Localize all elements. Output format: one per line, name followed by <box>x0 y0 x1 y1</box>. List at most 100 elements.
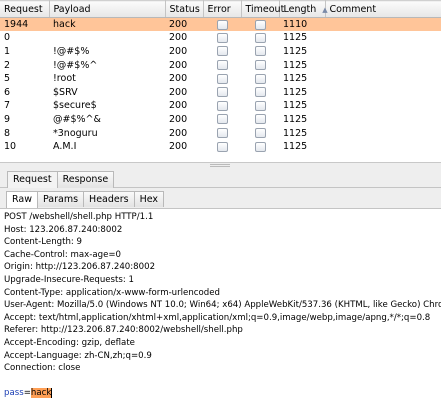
cell-timeout <box>241 140 279 154</box>
table-row[interactable]: 10 A.M.I 200 1125 <box>0 140 441 154</box>
cell-length: 1110 <box>279 17 325 32</box>
request-line: Accept: text/html,application/xhtml+xml,… <box>4 312 431 323</box>
cell-status: 200 <box>169 59 188 71</box>
request-line: Origin: http://123.206.87.240:8002 <box>4 262 156 273</box>
cell-request: 0 <box>4 32 11 44</box>
cell-error <box>203 113 241 127</box>
request-line: Connection: close <box>4 363 81 374</box>
body-param-name: pass <box>4 388 24 399</box>
body-param-value: hack <box>30 388 52 399</box>
cell-timeout <box>241 85 279 99</box>
cell-length: 1125 <box>283 86 308 98</box>
request-panel: Raw Params Headers Hex POST /webshell/shell… <box>0 188 441 408</box>
col-header-comment[interactable]: Comment <box>325 0 441 18</box>
sort-ascending-icon: ▲ <box>322 5 328 14</box>
error-checkbox <box>216 73 228 84</box>
body-param-separator: = <box>23 388 31 399</box>
table-row[interactable]: 1944 hack 200 1110 <box>0 17 441 32</box>
cell-payload: @#$%^& <box>53 113 101 125</box>
cell-error <box>203 31 241 45</box>
cell-length: 1125 <box>283 127 308 139</box>
view-mode-tabs: Raw Params Headers Hex <box>6 191 165 208</box>
col-header-length[interactable]: Length ▲ <box>279 0 328 18</box>
cell-error <box>203 58 241 72</box>
cell-comment <box>325 113 441 127</box>
request-line: Content-Length: 9 <box>4 237 83 248</box>
intruder-results-table: Request Payload Status Error Timeout Len… <box>0 0 441 163</box>
request-body-line: pass=hack <box>4 387 441 400</box>
splitter-grip-icon <box>210 164 230 167</box>
cell-status: 200 <box>169 32 188 44</box>
cell-timeout <box>241 113 279 127</box>
cell-length: 1125 <box>283 32 308 44</box>
cell-comment <box>325 31 441 45</box>
cell-payload: *3noguru <box>53 127 98 139</box>
cell-payload: !@#$%^ <box>53 59 98 71</box>
table-row[interactable]: 1 !@#$% 200 1125 <box>0 45 441 59</box>
cell-payload: $secure$ <box>53 100 97 112</box>
timeout-checkbox <box>254 128 266 139</box>
cell-timeout <box>241 45 279 59</box>
cell-status: 200 <box>165 17 203 32</box>
error-checkbox <box>216 114 228 125</box>
raw-request-editor[interactable]: POST /webshell/shell.php HTTP/1.1 Host: 1… <box>0 208 441 408</box>
cell-request: 2 <box>4 59 11 71</box>
cell-request: 7 <box>4 100 11 112</box>
cell-status: 200 <box>169 45 188 57</box>
cell-comment <box>325 99 441 113</box>
error-checkbox <box>216 87 228 98</box>
cell-length: 1125 <box>283 73 308 85</box>
cell-request: 1944 <box>0 17 49 32</box>
error-checkbox <box>216 32 228 43</box>
error-checkbox <box>216 100 228 111</box>
table-row[interactable]: 7 $secure$ 200 1125 <box>0 99 441 113</box>
timeout-checkbox <box>254 100 266 111</box>
request-line: Accept-Encoding: gzip, deflate <box>4 337 135 348</box>
table-row[interactable]: 8 *3noguru 200 1125 <box>0 126 441 140</box>
request-line: User-Agent: Mozilla/5.0 (Windows NT 10.0… <box>4 300 441 311</box>
tab-response[interactable]: Response <box>56 171 115 188</box>
error-checkbox <box>216 19 228 30</box>
request-line: POST /webshell/shell.php HTTP/1.1 <box>4 212 154 222</box>
cell-comment <box>325 85 441 99</box>
cell-request: 5 <box>4 73 11 85</box>
cell-comment <box>325 45 441 59</box>
timeout-checkbox <box>254 19 266 30</box>
table-row[interactable]: 0 200 1125 <box>0 31 441 45</box>
col-header-error[interactable]: Error <box>203 0 242 18</box>
tab-raw[interactable]: Raw <box>6 191 38 208</box>
cell-request: 1 <box>4 45 11 57</box>
cell-timeout <box>241 31 279 45</box>
col-header-request[interactable]: Request <box>0 0 50 18</box>
table-row[interactable]: 6 $SRV 200 1125 <box>0 85 441 99</box>
col-header-payload[interactable]: Payload <box>49 0 166 18</box>
cell-comment <box>325 17 441 32</box>
cell-status: 200 <box>169 113 188 125</box>
col-header-timeout[interactable]: Timeout <box>241 0 284 18</box>
tab-params[interactable]: Params <box>36 191 85 207</box>
request-line: Referer: http://123.206.87.240:8002/webs… <box>4 325 243 336</box>
request-line: Accept-Language: zh-CN,zh;q=0.9 <box>4 350 152 361</box>
table-row[interactable]: 2 !@#$%^ 200 1125 <box>0 58 441 72</box>
cell-status: 200 <box>169 73 188 85</box>
timeout-checkbox <box>254 114 266 125</box>
timeout-checkbox <box>254 32 266 43</box>
cell-comment <box>325 58 441 72</box>
cell-timeout <box>241 126 279 140</box>
table-row[interactable]: 9 @#$%^& 200 1125 <box>0 113 441 127</box>
cell-timeout <box>241 99 279 113</box>
cell-length: 1125 <box>283 100 308 112</box>
tab-headers[interactable]: Headers <box>83 191 135 207</box>
cell-error <box>203 17 241 32</box>
error-checkbox <box>216 60 228 71</box>
tab-hex[interactable]: Hex <box>133 191 165 207</box>
cell-payload: hack <box>49 17 165 32</box>
request-line: Host: 123.206.87.240:8002 <box>4 224 123 235</box>
tab-request[interactable]: Request <box>7 171 58 189</box>
cell-payload: !@#$% <box>53 45 90 57</box>
error-checkbox <box>216 128 228 139</box>
col-header-status[interactable]: Status <box>165 0 204 18</box>
table-row[interactable]: 5 !root 200 1125 <box>0 72 441 86</box>
request-line: Cache-Control: max-age=0 <box>4 249 122 260</box>
